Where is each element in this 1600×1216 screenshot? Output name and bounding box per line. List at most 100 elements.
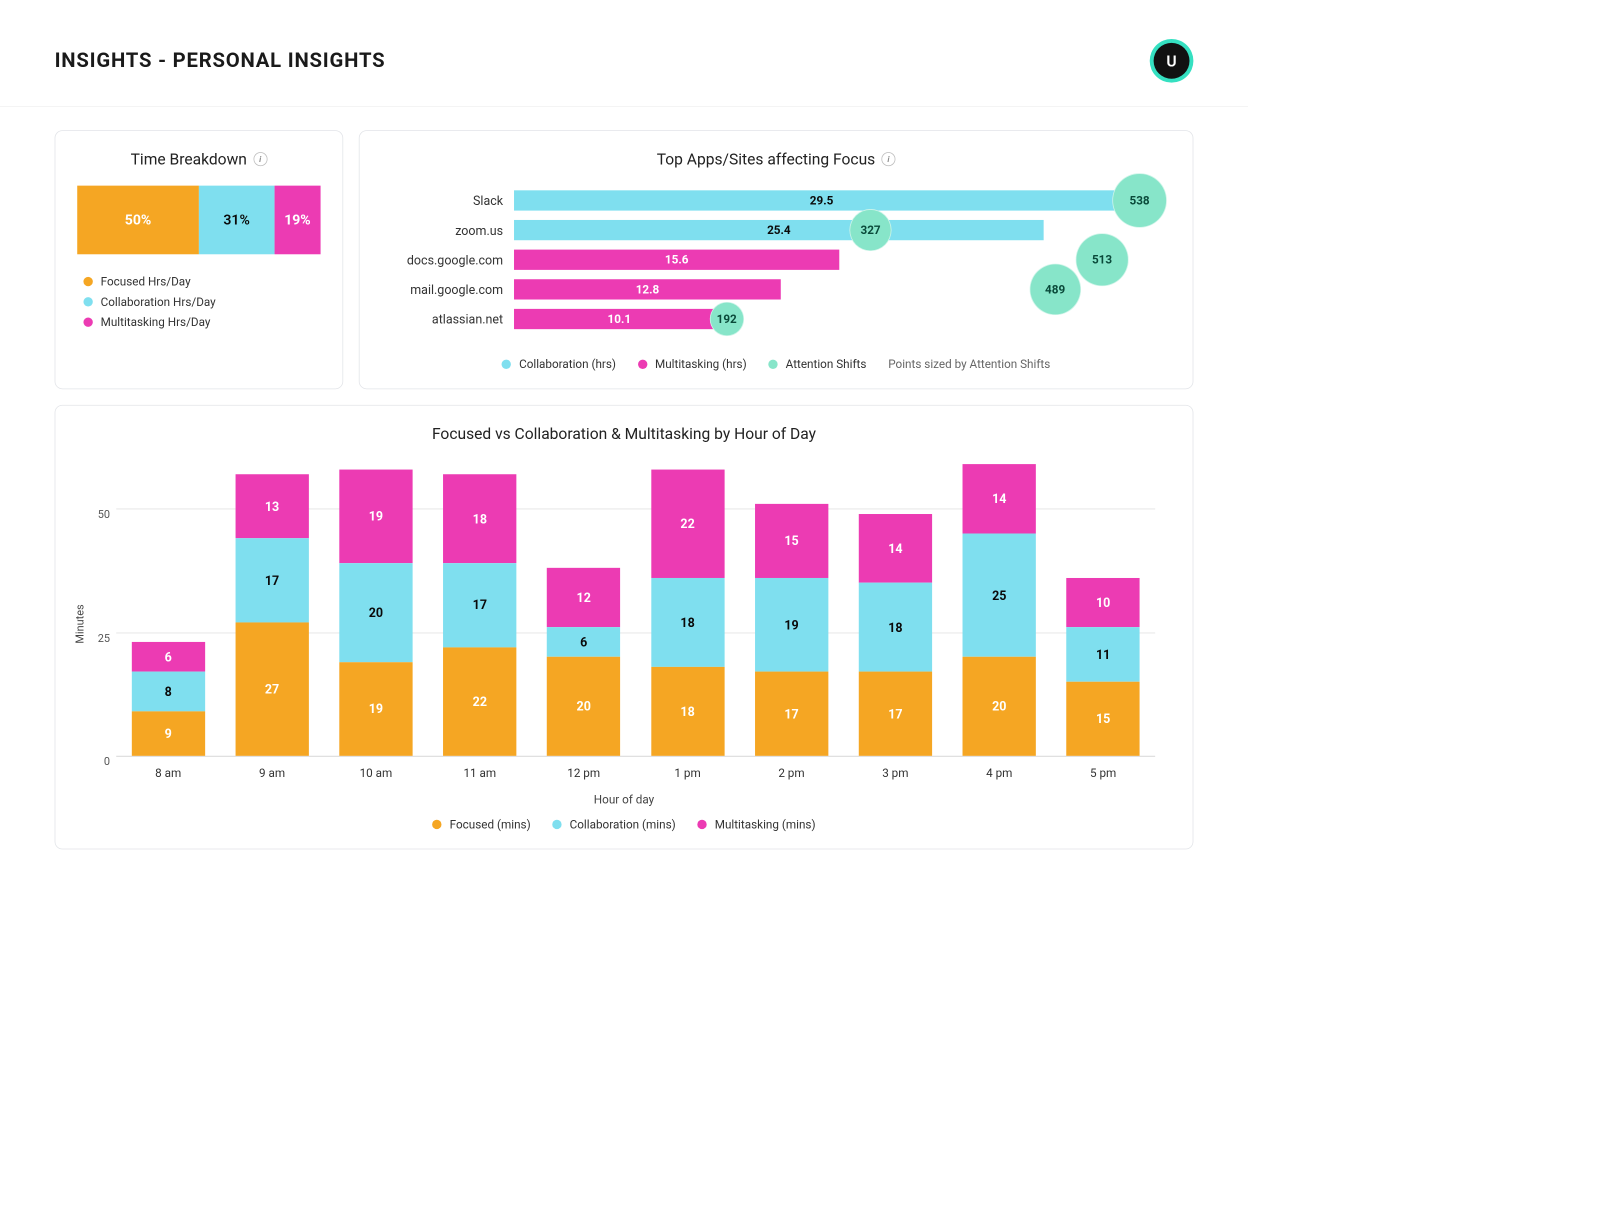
time-breakdown-segment: 31% (199, 186, 274, 255)
dot-icon (698, 820, 707, 829)
legend-multitasking: Multitasking (mins) (698, 817, 816, 831)
hour-column: 192019 (339, 469, 412, 756)
time-breakdown-bar: 50%31%19% (77, 186, 320, 255)
x-tick: 5 pm (1066, 766, 1139, 780)
legend-collaboration: Collaboration Hrs/Day (83, 295, 320, 309)
app-bar-row: 25.4 (514, 215, 1140, 245)
app-bar: 10.1 (514, 309, 725, 329)
hourly-chart: Minutes 02550 98627171319201922171820612… (116, 460, 1155, 788)
hourly-legend: Focused (mins) Collaboration (mins) Mult… (77, 817, 1171, 831)
dot-icon (83, 297, 92, 306)
legend-attention-shifts: Attention Shifts (768, 357, 866, 371)
hour-segment: 14 (859, 514, 932, 583)
hour-segment: 18 (443, 474, 516, 563)
hour-segment: 10 (1066, 578, 1139, 627)
hour-segment: 17 (755, 672, 828, 756)
dot-icon (768, 360, 777, 369)
attention-shift-bubble: 513 (1075, 233, 1128, 286)
hour-segment: 12 (547, 568, 620, 627)
hour-segment: 6 (132, 642, 205, 672)
hour-segment: 17 (235, 538, 308, 622)
top-apps-chart: Slackzoom.usdocs.google.commail.google.c… (381, 186, 1170, 350)
dot-icon (83, 317, 92, 326)
info-icon[interactable]: i (253, 152, 267, 166)
app-label: docs.google.com (381, 245, 514, 275)
x-axis-label: Hour of day (77, 792, 1171, 806)
x-tick: 12 pm (547, 766, 620, 780)
top-apps-title: Top Apps/Sites affecting Focus i (381, 150, 1170, 169)
hour-segment: 22 (651, 469, 724, 578)
dot-icon (638, 360, 647, 369)
x-tick: 9 am (235, 766, 308, 780)
hour-segment: 18 (651, 667, 724, 756)
top-apps-legend: Collaboration (hrs) Multitasking (hrs) A… (381, 357, 1170, 371)
hour-column: 171814 (859, 514, 932, 756)
hour-column: 181822 (651, 469, 724, 756)
hour-column: 151110 (1066, 578, 1139, 756)
hourly-card: Focused vs Collaboration & Multitasking … (55, 405, 1194, 850)
hour-segment: 6 (547, 627, 620, 657)
hour-segment: 15 (1066, 682, 1139, 756)
hour-segment: 19 (339, 469, 412, 563)
time-breakdown-segment: 19% (274, 186, 320, 255)
app-bar-row: 29.5 (514, 186, 1140, 216)
hour-segment: 14 (963, 464, 1036, 533)
time-breakdown-segment: 50% (77, 186, 199, 255)
attention-shift-bubble: 327 (849, 209, 891, 251)
hour-column: 271713 (235, 474, 308, 756)
y-tick: 0 (104, 756, 110, 768)
hour-segment: 19 (755, 578, 828, 672)
hour-segment: 20 (963, 657, 1036, 756)
app-bar: 15.6 (514, 250, 839, 270)
dot-icon (432, 820, 441, 829)
time-breakdown-card: Time Breakdown i 50%31%19% Focused Hrs/D… (55, 130, 344, 389)
hour-segment: 20 (339, 563, 412, 662)
legend-focused: Focused Hrs/Day (83, 275, 320, 289)
hour-segment: 19 (339, 662, 412, 756)
hour-column: 171915 (755, 504, 828, 756)
x-tick: 10 am (339, 766, 412, 780)
dot-icon (83, 277, 92, 286)
hour-column: 202514 (963, 464, 1036, 755)
hour-segment: 27 (235, 622, 308, 755)
app-bar: 29.5 (514, 190, 1129, 210)
info-icon[interactable]: i (881, 152, 895, 166)
hour-segment: 8 (132, 672, 205, 712)
attention-shift-bubble: 538 (1112, 173, 1167, 228)
hour-segment: 25 (963, 534, 1036, 657)
hour-segment: 9 (132, 711, 205, 755)
y-tick: 25 (98, 632, 110, 644)
app-label: Slack (381, 186, 514, 216)
attention-shift-bubble: 489 (1029, 263, 1081, 315)
hour-segment: 22 (443, 647, 516, 756)
x-tick: 2 pm (755, 766, 828, 780)
legend-collaboration: Collaboration (hrs) (502, 357, 616, 371)
app-bar: 25.4 (514, 220, 1044, 240)
page-title: INSIGHTS - PERSONAL INSIGHTS (55, 49, 386, 72)
hour-segment: 18 (651, 578, 724, 667)
dot-icon (552, 820, 561, 829)
x-tick: 4 pm (963, 766, 1036, 780)
dot-icon (502, 360, 511, 369)
time-breakdown-title-text: Time Breakdown (131, 150, 247, 169)
x-tick: 8 am (132, 766, 205, 780)
x-tick: 3 pm (859, 766, 932, 780)
x-tick: 11 am (443, 766, 516, 780)
legend-collaboration: Collaboration (mins) (552, 817, 675, 831)
app-label: mail.google.com (381, 275, 514, 305)
avatar-button[interactable]: U (1150, 39, 1194, 83)
hour-segment: 20 (547, 657, 620, 756)
hour-segment: 15 (755, 504, 828, 578)
top-apps-card: Top Apps/Sites affecting Focus i Slackzo… (359, 130, 1194, 389)
hourly-title: Focused vs Collaboration & Multitasking … (77, 424, 1171, 443)
app-bar: 12.8 (514, 279, 781, 299)
y-tick: 50 (98, 509, 110, 521)
hour-segment: 18 (859, 583, 932, 672)
hour-segment: 17 (859, 672, 932, 756)
hour-column: 221718 (443, 474, 516, 756)
app-label: zoom.us (381, 215, 514, 245)
time-breakdown-legend: Focused Hrs/Day Collaboration Hrs/Day Mu… (83, 275, 320, 330)
page-header: INSIGHTS - PERSONAL INSIGHTS U (0, 0, 1248, 107)
attention-shift-bubble: 192 (709, 302, 744, 337)
hour-segment: 11 (1066, 627, 1139, 681)
